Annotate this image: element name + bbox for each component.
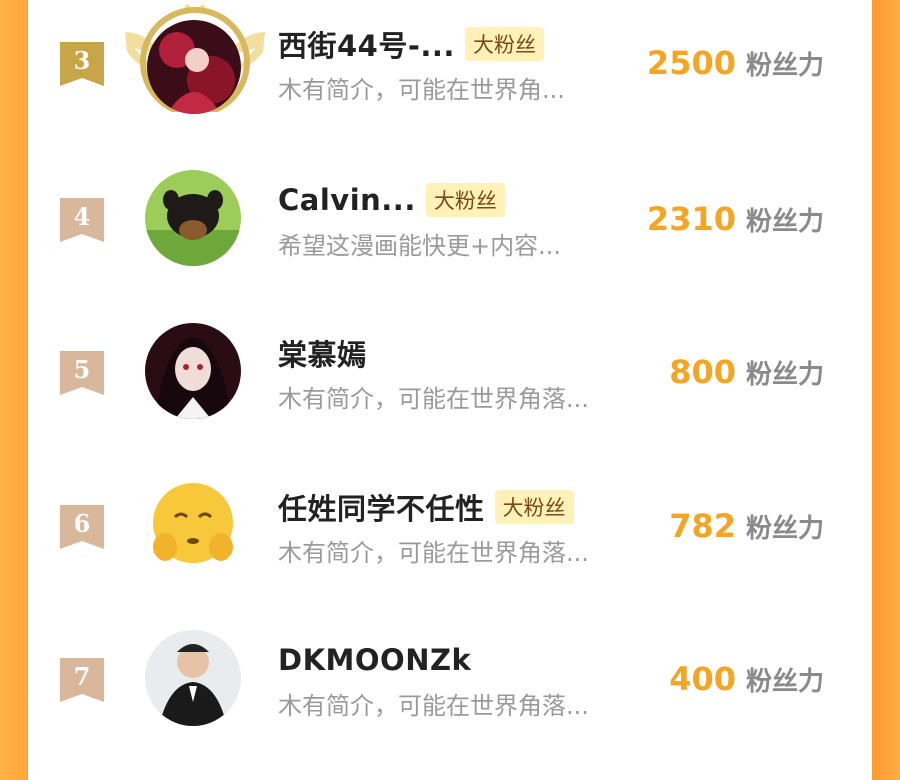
fan-power-unit: 粉丝力 [745,207,824,237]
fan-power: 2310 粉丝力 [647,200,824,238]
fan-badge: 大粉丝 [464,27,544,61]
user-bio: 木有简介，可能在世界角落... [278,539,589,567]
rank-ribbon: 6 [60,505,104,549]
user-name[interactable]: Calvin... [278,183,416,217]
rank-number: 7 [73,662,91,691]
avatar[interactable] [145,170,241,266]
avatar[interactable] [145,630,241,726]
fan-power-value: 2310 [646,200,736,238]
rank-ribbon-gold: 3 [60,42,104,86]
ranking-row-3[interactable]: 3 西街44号-... 大粉丝 木有简介，可能在世界角... 2500 粉丝力 [28,4,872,164]
fan-power-value: 800 [669,353,736,391]
fan-ranking-list: 3 西街44号-... 大粉丝 木有简介，可能在世界角... 2500 粉丝力 … [28,0,872,726]
ranking-row-6[interactable]: 6 任姓同学不任性 大粉丝 木有简介，可能在世界角落... 782 粉丝力 [28,477,872,627]
rank-number: 4 [73,202,91,231]
user-bio: 木有简介，可能在世界角落... [278,385,589,413]
user-bio: 木有简介，可能在世界角落... [278,692,589,720]
fan-power-value: 2500 [646,44,736,82]
avatar[interactable] [145,477,241,573]
fan-power-value: 782 [669,507,736,545]
fan-badge: 大粉丝 [494,490,574,524]
rank-ribbon: 7 [60,658,104,702]
ranking-row-7[interactable]: 7 DKMOONZk 木有简介，可能在世界角落... 400 粉丝力 [28,630,872,780]
fan-power: 2500 粉丝力 [647,44,824,82]
rank-number: 3 [73,46,91,75]
ranking-row-4[interactable]: 4 Calvin... 大粉丝 希望这漫画能快更+内容... 2310 粉丝力 [28,170,872,320]
ranking-row-5[interactable]: 5 棠慕嫣 木有简介，可能在世界角落... 800 粉丝力 [28,323,872,473]
user-name[interactable]: 西街44号-... [278,23,455,65]
fan-power-unit: 粉丝力 [745,51,824,81]
rank-number: 5 [73,355,91,384]
avatar[interactable] [145,323,241,419]
rank-number: 6 [73,509,91,538]
user-name[interactable]: 任姓同学不任性 [278,486,485,528]
fan-power-unit: 粉丝力 [745,667,824,697]
fan-power-value: 400 [669,660,736,698]
fan-power: 400 粉丝力 [669,660,824,698]
user-bio: 木有简介，可能在世界角... [278,76,565,104]
rank-ribbon: 4 [60,198,104,242]
fan-badge: 大粉丝 [425,183,505,217]
fan-power: 800 粉丝力 [669,353,824,391]
fan-power: 782 粉丝力 [669,507,824,545]
avatar[interactable] [147,20,241,114]
user-name[interactable]: 棠慕嫣 [278,332,367,374]
fan-power-unit: 粉丝力 [745,360,824,390]
fan-power-unit: 粉丝力 [745,514,824,544]
user-name[interactable]: DKMOONZk [278,643,471,677]
user-bio: 希望这漫画能快更+内容... [278,232,561,260]
rank-ribbon: 5 [60,351,104,395]
